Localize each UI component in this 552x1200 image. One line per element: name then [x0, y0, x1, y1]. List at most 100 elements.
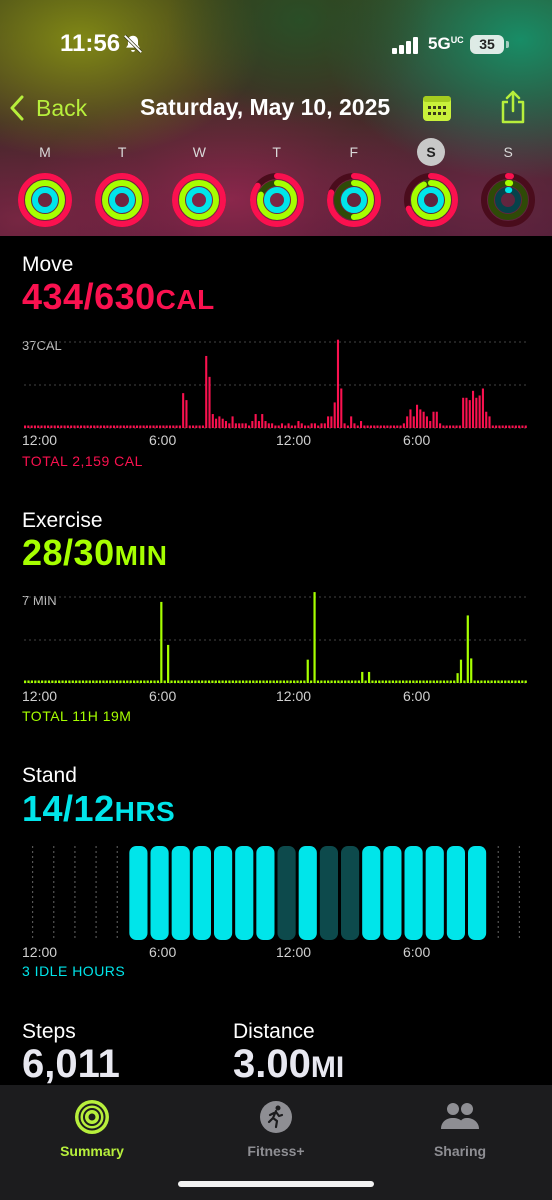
battery-icon: 35 — [470, 35, 504, 54]
tab-fitness-plus-label: Fitness+ — [247, 1143, 305, 1159]
exercise-bar — [272, 680, 275, 683]
stand-hour-bar — [362, 846, 381, 940]
exercise-bar — [391, 680, 394, 683]
week-day-letter: T — [117, 144, 127, 160]
move-bar — [508, 425, 511, 428]
exercise-axis-label-2: 12:00 — [276, 688, 312, 704]
move-bar — [383, 425, 386, 428]
move-bar — [455, 425, 458, 428]
calendar-icon[interactable] — [422, 93, 452, 123]
exercise-bar — [374, 680, 377, 683]
exercise-bar — [405, 680, 408, 683]
week-day-0[interactable]: M — [14, 140, 76, 236]
exercise-bar — [466, 615, 469, 683]
exercise-bar — [323, 680, 326, 683]
move-bar — [33, 425, 36, 428]
move-bar — [343, 423, 346, 428]
exercise-bar — [303, 680, 306, 683]
move-bar — [317, 425, 320, 428]
exercise-bar — [344, 680, 347, 683]
exercise-bar — [187, 680, 190, 683]
back-button[interactable]: Back — [10, 90, 87, 126]
week-day-1[interactable]: T — [91, 140, 153, 236]
move-bar — [465, 397, 468, 428]
move-bar — [241, 423, 244, 428]
exercise-bar — [524, 680, 527, 683]
exercise-bar — [58, 680, 61, 683]
move-bar — [491, 425, 494, 428]
move-bar — [425, 416, 428, 428]
move-bar — [340, 388, 343, 428]
week-day-letter: S — [503, 144, 513, 160]
exercise-bar — [347, 680, 350, 683]
activity-rings-icon — [404, 173, 458, 227]
move-bar — [386, 425, 389, 428]
stand-hour-bar — [404, 846, 423, 940]
exercise-bar — [54, 680, 57, 683]
exercise-bar — [51, 680, 54, 683]
tab-summary[interactable]: Summary — [22, 1093, 162, 1163]
move-axis-label-0: 12:00 — [22, 432, 58, 448]
stand-axis-label-1: 6:00 — [149, 944, 177, 960]
share-icon[interactable] — [498, 89, 528, 125]
move-bar — [201, 425, 204, 428]
move-bar — [228, 423, 231, 428]
status-bar: 11:56 5GUC 35 — [0, 0, 552, 92]
exercise-bar — [289, 680, 292, 683]
exercise-bar — [126, 680, 129, 683]
move-bar — [198, 425, 201, 428]
running-figure-icon — [260, 1101, 292, 1133]
move-bar — [277, 425, 280, 428]
tab-summary-label: Summary — [60, 1143, 124, 1159]
exercise-bar — [384, 680, 388, 683]
tab-fitness-plus[interactable]: Fitness+ — [206, 1093, 346, 1163]
exercise-bar — [371, 680, 374, 683]
exercise-bar — [415, 680, 418, 683]
exercise-bar — [24, 680, 27, 683]
move-bar — [224, 421, 228, 428]
move-bar — [366, 425, 369, 428]
week-day-2[interactable]: W — [168, 140, 230, 236]
move-bar — [406, 416, 409, 428]
move-bar — [412, 416, 415, 428]
move-bar — [24, 425, 27, 428]
move-bar — [462, 397, 465, 428]
tab-sharing[interactable]: Sharing — [390, 1093, 530, 1163]
exercise-bar — [228, 680, 231, 683]
move-bar — [165, 425, 168, 428]
week-day-3[interactable]: T — [246, 140, 308, 236]
exercise-bar — [367, 671, 371, 683]
move-bar — [89, 425, 92, 428]
move-bar — [458, 425, 461, 428]
activity-rings-icon — [481, 173, 536, 227]
move-bar — [488, 416, 491, 428]
exercise-bar — [310, 680, 313, 683]
exercise-bar — [463, 680, 466, 683]
exercise-bar — [235, 680, 238, 683]
stand-hour-bar — [425, 846, 444, 940]
move-bar — [363, 425, 366, 428]
move-bar — [369, 425, 372, 428]
exercise-bar — [163, 680, 166, 683]
stand-hour-bar — [468, 846, 487, 940]
exercise-bar — [429, 680, 432, 683]
move-bar — [327, 416, 330, 428]
move-bar — [70, 425, 73, 428]
week-day-4[interactable]: F — [323, 140, 385, 236]
exercise-bar — [330, 680, 333, 683]
move-bar — [445, 425, 448, 428]
move-bar — [215, 418, 218, 428]
move-bar — [310, 423, 313, 428]
exercise-bar — [109, 680, 112, 683]
exercise-bar — [432, 680, 435, 683]
move-bar — [221, 418, 224, 428]
exercise-bar — [92, 680, 95, 683]
move-bar — [264, 421, 267, 428]
exercise-bar — [211, 680, 214, 683]
week-day-6[interactable]: S — [477, 140, 539, 236]
exercise-chart: 7 MIN 12:00 6:00 12:00 6:00 TOTAL 11H 19… — [0, 585, 552, 735]
week-day-5[interactable]: S — [400, 138, 462, 236]
move-bar — [106, 425, 109, 428]
stand-title: Stand — [22, 764, 77, 787]
move-bar — [376, 425, 379, 428]
